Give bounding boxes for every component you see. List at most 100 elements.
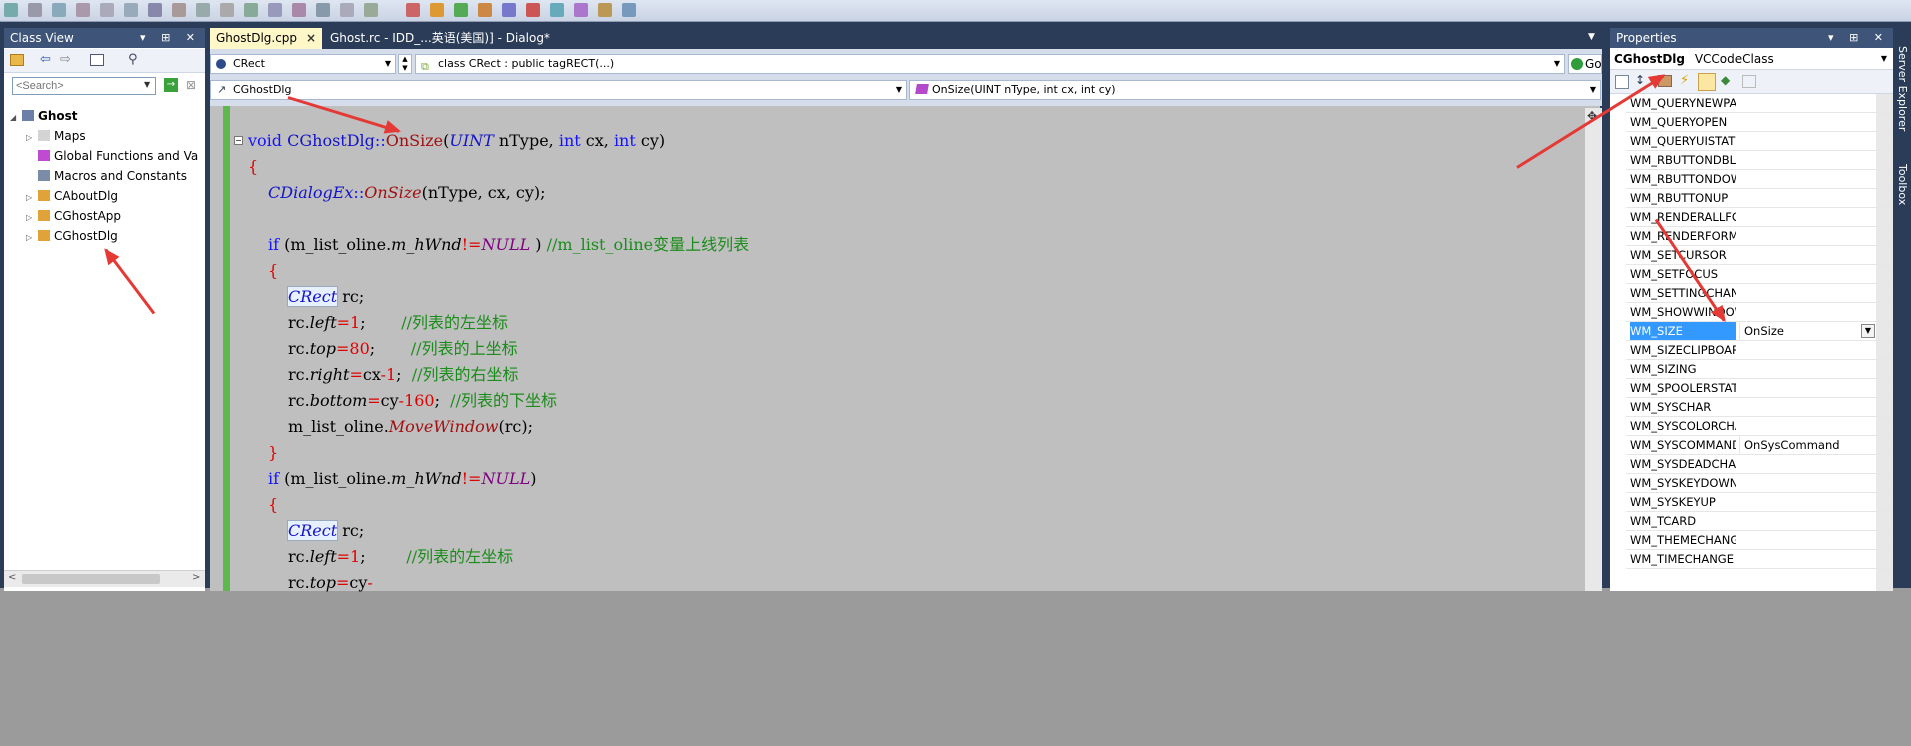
toolbar-button-icon[interactable] xyxy=(28,3,42,17)
property-row[interactable]: WM_SPOOLERSTATUS xyxy=(1626,379,1893,398)
messages-icon[interactable] xyxy=(1698,73,1716,91)
property-value[interactable]: OnSysCommand xyxy=(1739,436,1889,454)
toolbar-button-icon[interactable] xyxy=(478,3,492,17)
toolbar-button-icon[interactable] xyxy=(598,3,612,17)
code-line[interactable]: rc.top=cy- xyxy=(288,570,373,596)
alphabetical-icon[interactable]: ↕ xyxy=(1635,73,1645,87)
property-row[interactable]: WM_SIZECLIPBOARD xyxy=(1626,341,1893,360)
property-row[interactable]: WM_SETFOCUS xyxy=(1626,265,1893,284)
property-row[interactable]: WM_SYSCHAR xyxy=(1626,398,1893,417)
property-row[interactable]: WM_QUERYNEWPALETTE xyxy=(1626,94,1893,113)
code-line[interactable]: if (m_list_oline.m_hWnd!=NULL) xyxy=(268,466,536,492)
toolbar-button-icon[interactable] xyxy=(244,3,258,17)
property-row[interactable]: WM_SYSCOMMAND OnSysCommand xyxy=(1626,436,1893,455)
scroll-left-icon[interactable]: < xyxy=(8,572,16,583)
code-line[interactable]: rc.left=1; //列表的左坐标 xyxy=(288,310,508,336)
toolbar-button-icon[interactable] xyxy=(406,3,420,17)
toolbar-button-icon[interactable] xyxy=(574,3,588,17)
code-line[interactable]: rc.bottom=cy-160; //列表的下坐标 xyxy=(288,388,557,414)
property-row[interactable]: WM_SIZING xyxy=(1626,360,1893,379)
object-selector[interactable]: CGhostDlg VCCodeClass ▼ xyxy=(1610,48,1893,70)
class-view-hscrollbar[interactable]: < > xyxy=(4,570,205,587)
toolbar-button-icon[interactable] xyxy=(316,3,330,17)
expanded-icon[interactable]: ◢ xyxy=(10,109,22,127)
toolbar-button-icon[interactable] xyxy=(100,3,114,17)
code-line[interactable]: − void CGhostDlg::OnSize(UINT nType, int … xyxy=(234,128,665,154)
property-row[interactable]: ▼ WM_SIZE OnSize xyxy=(1626,322,1893,341)
close-tab-icon[interactable]: × xyxy=(306,28,316,49)
go-button[interactable]: Go xyxy=(1568,54,1602,74)
collapse-icon[interactable]: − xyxy=(234,136,243,145)
scroll-thumb[interactable] xyxy=(22,574,160,584)
tab-ghostdlg-cpp[interactable]: GhostDlg.cpp × xyxy=(210,28,322,49)
class-combo[interactable]: CRect ▼ xyxy=(210,54,396,74)
toolbar-button-icon[interactable] xyxy=(502,3,516,17)
toolbar-button-icon[interactable] xyxy=(454,3,468,17)
property-row[interactable]: WM_RENDERALLFORMATS xyxy=(1626,208,1893,227)
collapsed-icon[interactable]: ▷ xyxy=(26,229,38,247)
tree-item[interactable]: ▷ Maps xyxy=(26,127,86,145)
properties-window-controls[interactable]: ▾ ⊞ ✕ xyxy=(1828,28,1889,48)
settings-icon[interactable] xyxy=(90,54,104,66)
property-row[interactable]: WM_TCARD xyxy=(1626,512,1893,531)
search-dropdown-icon[interactable]: ▼ xyxy=(144,80,150,89)
forward-arrow-icon[interactable]: ⇨ xyxy=(60,52,71,67)
overrides-icon[interactable]: ◆ xyxy=(1721,73,1730,87)
toolbar-button-icon[interactable] xyxy=(268,3,282,17)
code-line[interactable]: m_list_oline.MoveWindow(rc); xyxy=(288,414,533,440)
property-row[interactable]: WM_TIMECHANGE xyxy=(1626,550,1893,569)
toolbar-button-icon[interactable] xyxy=(430,3,444,17)
toolbox-tab[interactable]: Toolbox xyxy=(1896,164,1909,205)
property-row[interactable]: WM_RBUTTONDBLCLK xyxy=(1626,151,1893,170)
toolbar-button-icon[interactable] xyxy=(364,3,378,17)
toolbar-button-icon[interactable] xyxy=(340,3,354,17)
property-row[interactable]: WM_SETCURSOR xyxy=(1626,246,1893,265)
code-line[interactable]: CRect rc; xyxy=(286,284,364,310)
toolbar-button-icon[interactable] xyxy=(52,3,66,17)
tree-item[interactable]: ▷ CGhostApp xyxy=(26,207,121,225)
code-line[interactable]: CDialogEx::OnSize(nType, cx, cy); xyxy=(268,180,546,206)
property-row[interactable]: WM_SYSDEADCHAR xyxy=(1626,455,1893,474)
definition-combo[interactable]: ⧉ class CRect : public tagRECT(...) ▼ xyxy=(415,54,1565,74)
code-line[interactable]: rc.right=cx-1; //列表的右坐标 xyxy=(288,362,519,388)
property-row[interactable]: WM_RBUTTONUP xyxy=(1626,189,1893,208)
tree-item[interactable]: ▷ CAboutDlg xyxy=(26,187,118,205)
toolbar-button-icon[interactable] xyxy=(172,3,186,17)
class-view-search-input[interactable] xyxy=(12,77,156,95)
toolbar-button-icon[interactable] xyxy=(196,3,210,17)
tree-item[interactable]: Global Functions and Va xyxy=(26,147,198,165)
toolbar-button-icon[interactable] xyxy=(76,3,90,17)
server-explorer-tab[interactable]: Server Explorer xyxy=(1896,46,1909,131)
toolbar-button-icon[interactable] xyxy=(220,3,234,17)
toolbar-button-icon[interactable] xyxy=(526,3,540,17)
code-line[interactable]: { xyxy=(268,492,278,518)
tree-item[interactable]: Macros and Constants xyxy=(26,167,187,185)
code-line[interactable]: { xyxy=(248,154,258,180)
back-arrow-icon[interactable]: ⇦ xyxy=(40,52,51,67)
code-line[interactable]: { xyxy=(268,258,278,284)
editor-vscrollbar[interactable]: ✥ xyxy=(1585,108,1602,591)
tree-item[interactable]: ◢ Ghost xyxy=(10,107,78,125)
find-icon[interactable]: ⚲ xyxy=(128,52,138,67)
toolbar-button-icon[interactable] xyxy=(148,3,162,17)
toolbar-button-icon[interactable] xyxy=(622,3,636,17)
folder-icon[interactable] xyxy=(10,54,24,66)
property-row[interactable]: WM_SYSKEYUP xyxy=(1626,493,1893,512)
tree-item[interactable]: ▷ CGhostDlg xyxy=(26,227,118,245)
toolbar-button-icon[interactable] xyxy=(550,3,564,17)
property-row[interactable]: WM_RBUTTONDOWN xyxy=(1626,170,1893,189)
property-row[interactable]: WM_SETTINGCHANGE xyxy=(1626,284,1893,303)
categorized-icon[interactable] xyxy=(1615,75,1629,89)
toolbar-button-icon[interactable] xyxy=(124,3,138,17)
member-combo[interactable]: OnSize(UINT nType, int cx, int cy) ▼ xyxy=(909,80,1601,100)
code-line[interactable]: rc.top=80; //列表的上坐标 xyxy=(288,336,518,362)
clear-search-icon[interactable]: ⊠ xyxy=(186,78,196,92)
collapsed-icon[interactable]: ▷ xyxy=(26,129,38,147)
scroll-right-icon[interactable]: > xyxy=(192,572,200,583)
toolbar-button-icon[interactable] xyxy=(292,3,306,17)
property-value[interactable]: OnSize xyxy=(1739,322,1889,340)
code-line[interactable]: CRect rc; xyxy=(286,518,364,544)
events-icon[interactable]: ⚡ xyxy=(1680,73,1689,88)
code-line[interactable]: } xyxy=(268,440,278,466)
tab-list-dropdown-icon[interactable]: ▼ xyxy=(1588,32,1595,42)
